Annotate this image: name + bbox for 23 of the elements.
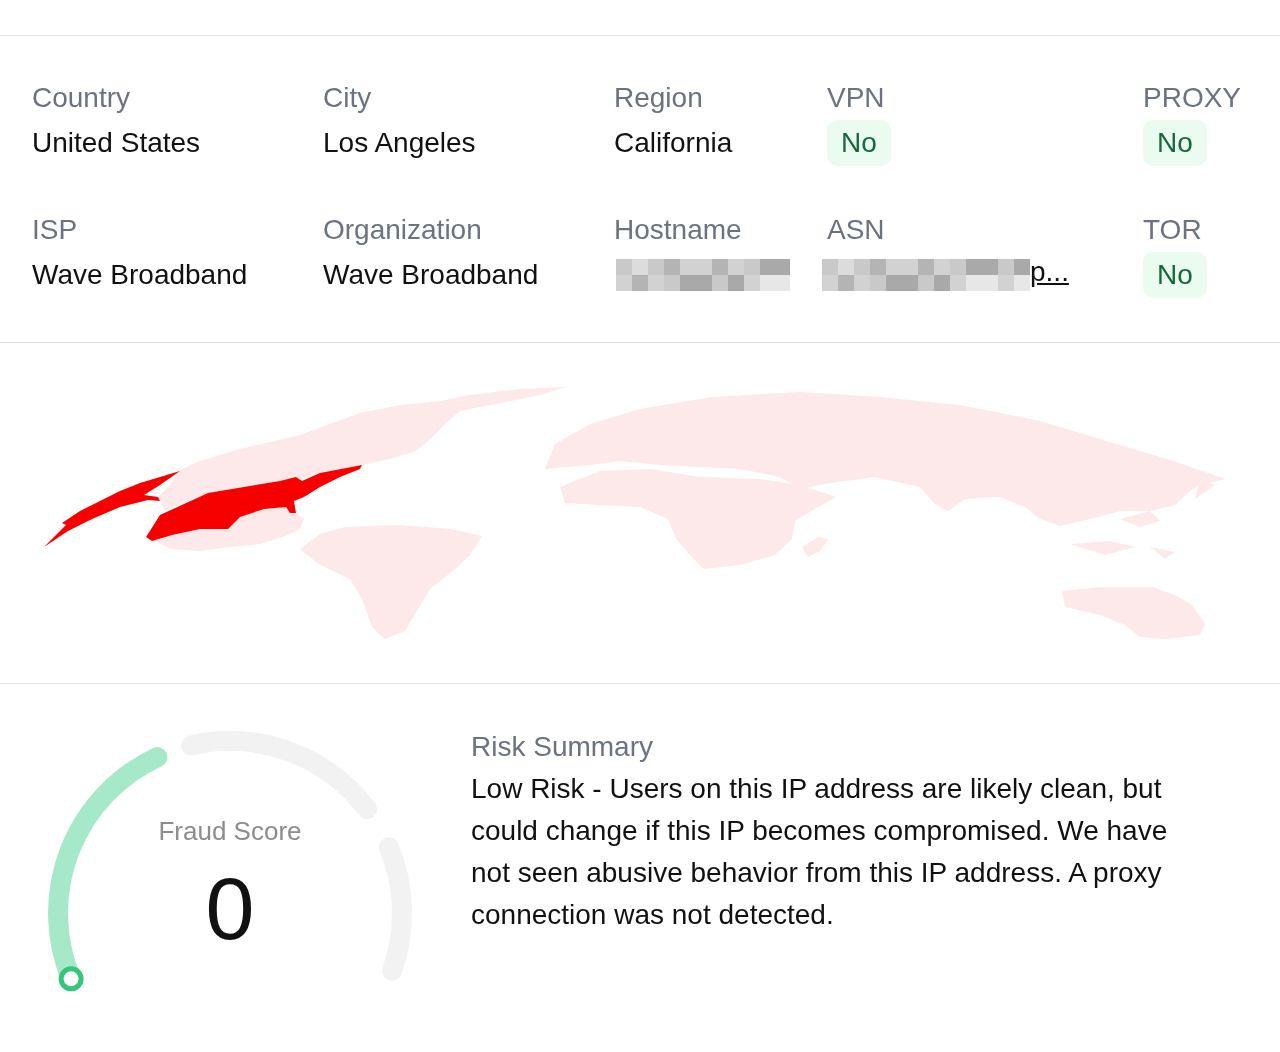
- value-link[interactable]: p...: [1030, 255, 1069, 289]
- field-label: City: [323, 81, 372, 115]
- field-value: California: [614, 126, 733, 160]
- score-value: 0: [205, 862, 255, 956]
- summary-title: Risk Summary: [471, 730, 653, 764]
- field-value: Wave Broadband: [323, 258, 539, 292]
- field-label: Organization: [323, 213, 482, 247]
- status-badge: No: [1143, 120, 1207, 166]
- field-label: ASN: [827, 213, 885, 247]
- field-value: Los Angeles: [323, 126, 476, 160]
- field-label: TOR: [1143, 213, 1202, 247]
- status-badge: No: [1143, 252, 1207, 298]
- field-label: ISP: [32, 213, 78, 247]
- field-value: Wave Broadband: [32, 258, 248, 292]
- score-label: Fraud Score: [158, 815, 302, 847]
- summary-text: Low Risk - Users on this IP address are likely clean, but could change if this IP becomes compromised. We have not seen abusive behavior from this IP address. A proxy connection was not detected.: [471, 772, 1169, 932]
- field-label: PROXY: [1143, 81, 1242, 115]
- field-label: Country: [32, 81, 131, 115]
- field-label: VPN: [827, 81, 885, 115]
- field-value: United States: [32, 126, 201, 160]
- field-label: Hostname: [614, 213, 742, 247]
- status-badge: No: [827, 120, 891, 166]
- field-label: Region: [614, 81, 703, 115]
